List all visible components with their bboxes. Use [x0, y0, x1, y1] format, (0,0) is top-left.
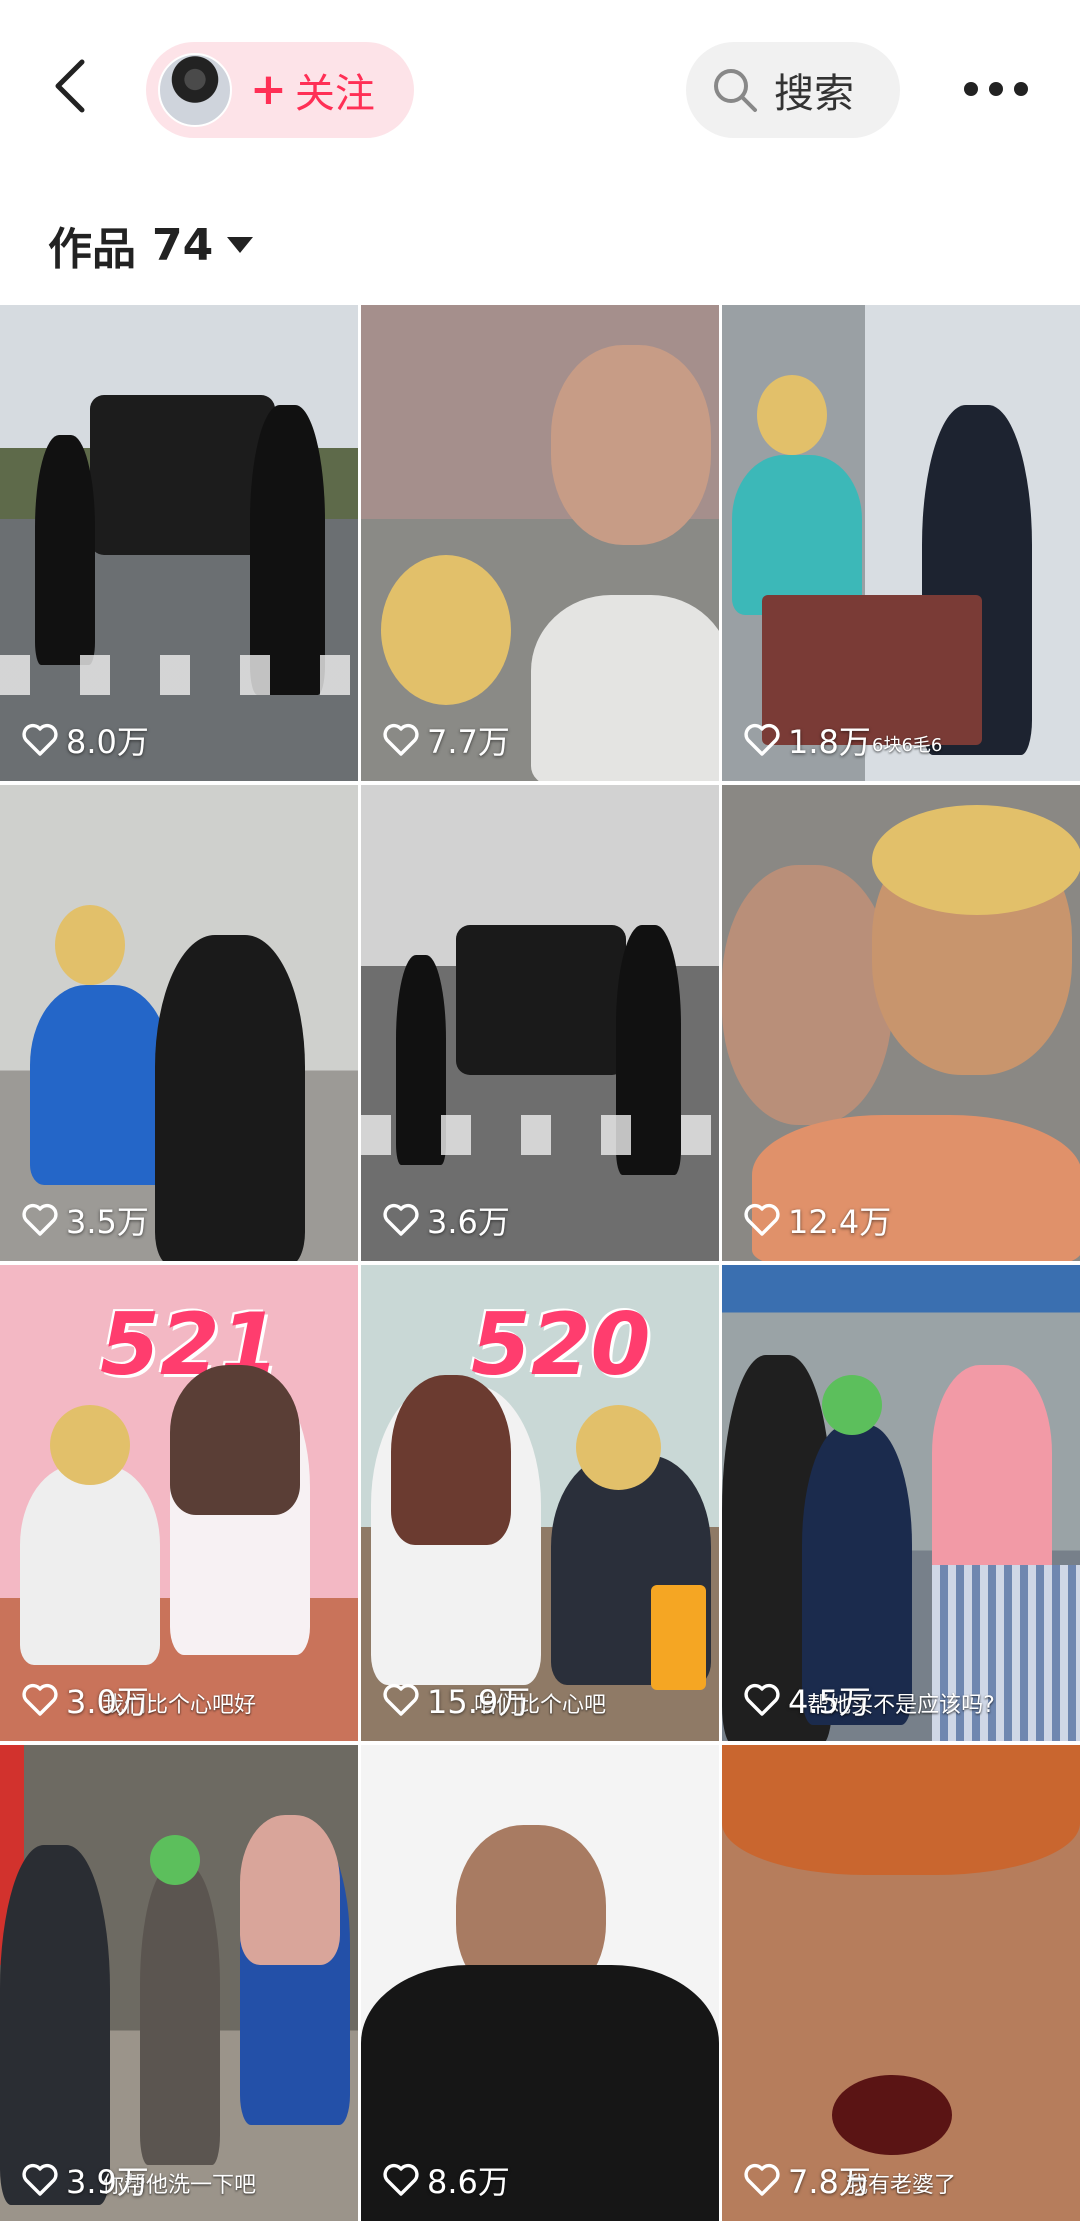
like-count-text: 15.9万 [427, 1683, 531, 1721]
video-tile[interactable]: 520 咱们比个心吧 15.9万 [361, 1265, 719, 1741]
search-button[interactable]: 搜索 [686, 42, 900, 138]
video-tile[interactable]: 7.7万 [361, 305, 719, 781]
like-count: 1.8万 [744, 717, 871, 763]
like-count: 7.8万 [744, 2157, 871, 2203]
video-tile[interactable]: 3.5万 [0, 785, 358, 1261]
heart-icon [383, 1203, 419, 1236]
like-count-text: 3.9万 [66, 2163, 149, 2201]
video-caption: 6块6毛6 [872, 735, 943, 756]
like-count: 3.5万 [22, 1197, 149, 1243]
top-bar: + 关注 搜索 [0, 0, 1080, 180]
works-selector[interactable]: 作品 74 [48, 210, 254, 280]
works-label: 作品 [48, 224, 136, 275]
back-button[interactable] [44, 56, 104, 116]
like-count-text: 8.6万 [427, 2163, 510, 2201]
video-tile[interactable]: 8.0万 [0, 305, 358, 781]
like-count: 7.7万 [383, 717, 510, 763]
search-label: 搜索 [774, 71, 854, 117]
heart-icon [383, 1683, 419, 1716]
avatar[interactable] [158, 53, 232, 127]
like-count: 3.0万 [22, 1677, 149, 1723]
video-tile[interactable]: 帮她买不是应该吗? 4.5万 [722, 1265, 1080, 1741]
caret-down-icon [227, 237, 254, 253]
heart-icon [744, 1683, 780, 1716]
like-count-text: 4.5万 [788, 1683, 871, 1721]
heart-icon [22, 1203, 58, 1236]
search-icon [714, 69, 757, 112]
heart-icon [383, 2163, 419, 2196]
heart-icon [22, 723, 58, 756]
video-tile[interactable]: 12.4万 [722, 785, 1080, 1261]
video-tile[interactable]: 3.6万 [361, 785, 719, 1261]
heart-icon [22, 2163, 58, 2196]
like-count-text: 7.8万 [788, 2163, 871, 2201]
like-count: 4.5万 [744, 1677, 871, 1723]
like-count: 12.4万 [744, 1197, 891, 1243]
video-tile[interactable]: 你帮他洗一下吧 3.9万 [0, 1745, 358, 2221]
like-count: 3.9万 [22, 2157, 149, 2203]
plus-icon: + [250, 64, 287, 115]
works-count: 74 [152, 219, 214, 271]
like-count-text: 3.6万 [427, 1203, 510, 1241]
follow-label: 关注 [294, 71, 375, 117]
video-overlay-number: 520 [471, 1295, 651, 1395]
heart-icon [22, 1683, 58, 1716]
like-count: 8.6万 [383, 2157, 510, 2203]
video-tile[interactable]: 我有老婆了 7.8万 [722, 1745, 1080, 2221]
like-count: 3.6万 [383, 1197, 510, 1243]
back-arrow-icon [55, 59, 85, 113]
video-tile[interactable]: 6块6毛6 1.8万 [722, 305, 1080, 781]
video-tile[interactable]: 8.6万 [361, 1745, 719, 2221]
more-icon[interactable] [964, 74, 1028, 104]
like-count-text: 1.8万 [788, 723, 871, 761]
like-count-text: 3.5万 [66, 1203, 149, 1241]
like-count: 8.0万 [22, 717, 149, 763]
like-count: 15.9万 [383, 1677, 530, 1723]
like-count-text: 12.4万 [788, 1203, 892, 1241]
heart-icon [744, 723, 780, 756]
video-tile[interactable]: 521 我们比个心吧好 3.0万 [0, 1265, 358, 1741]
heart-icon [744, 1203, 780, 1236]
like-count-text: 7.7万 [427, 723, 510, 761]
heart-icon [383, 723, 419, 756]
like-count-text: 8.0万 [66, 723, 149, 761]
heart-icon [744, 2163, 780, 2196]
follow-button[interactable]: + 关注 [146, 42, 414, 138]
like-count-text: 3.0万 [66, 1683, 149, 1721]
